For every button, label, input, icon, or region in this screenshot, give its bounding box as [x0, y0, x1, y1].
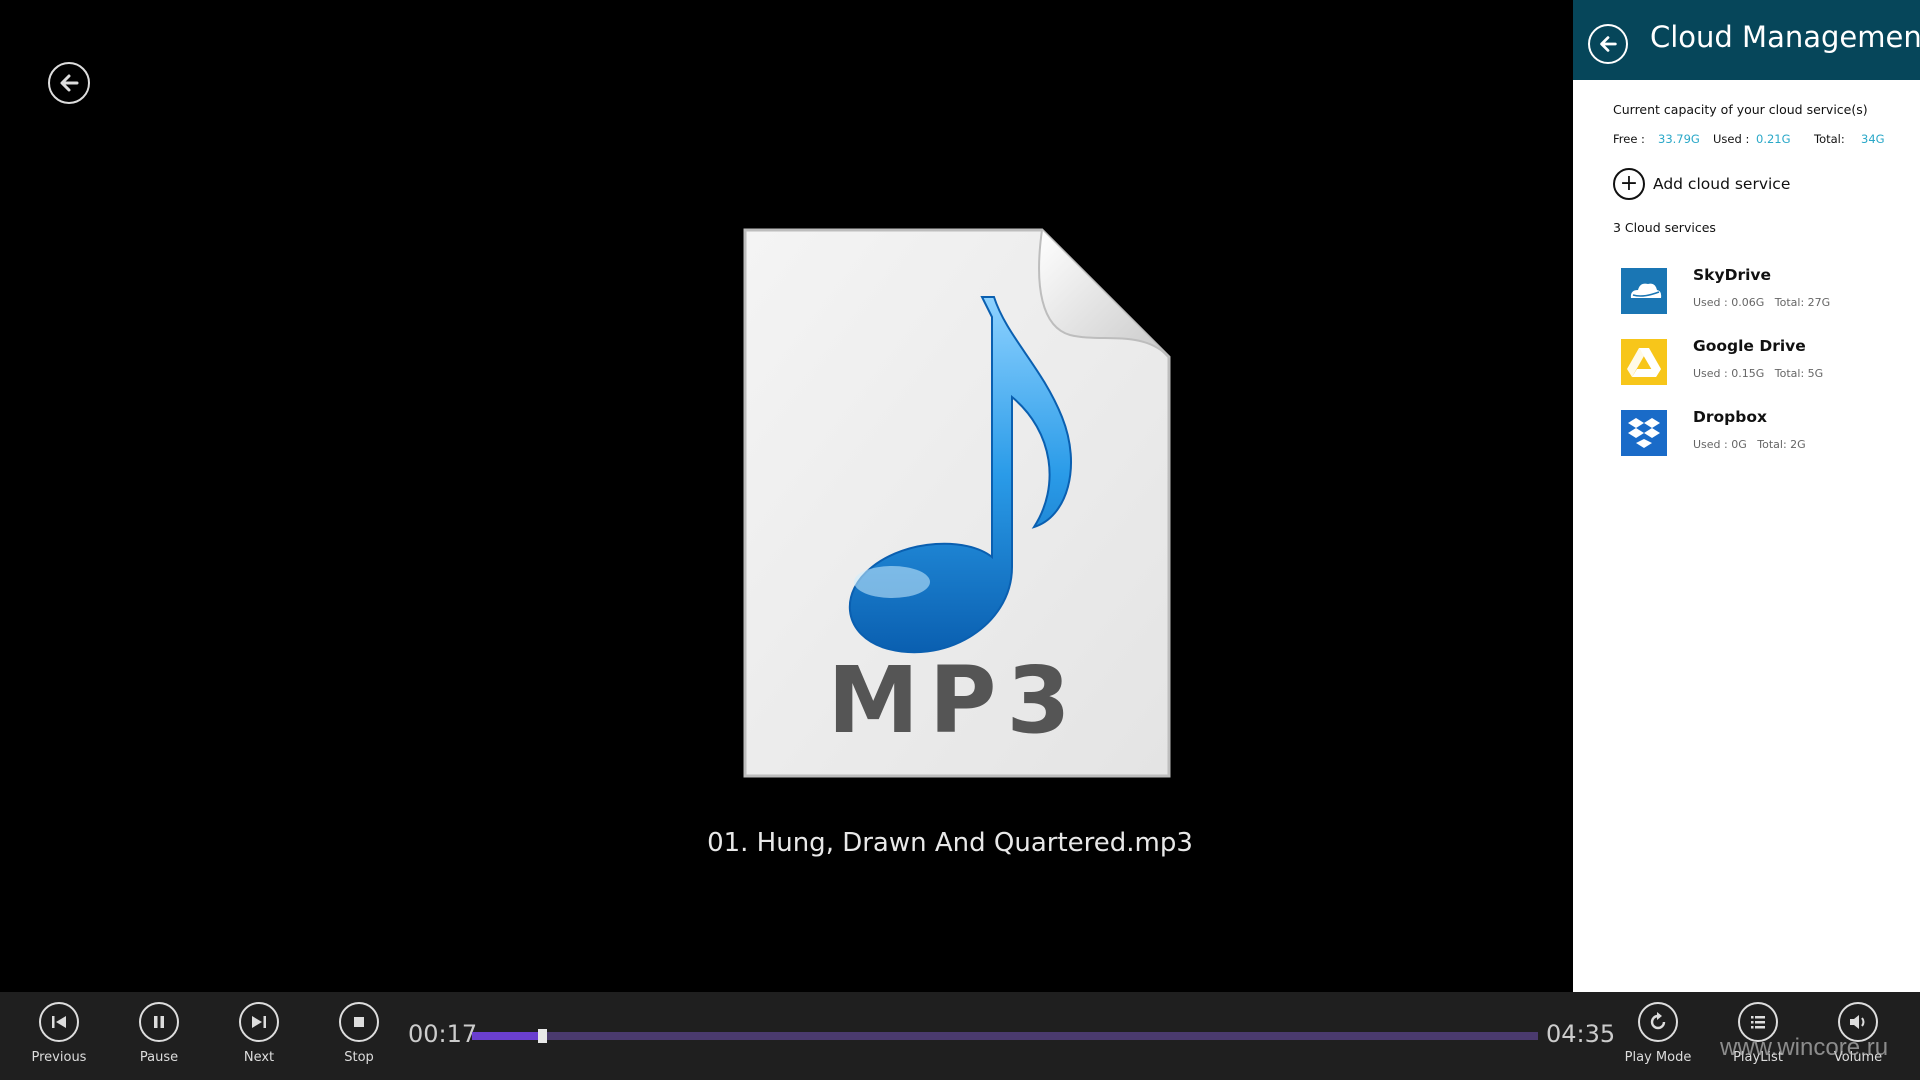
current-time: 00:17	[408, 1020, 478, 1048]
pause-label: Pause	[139, 1050, 179, 1065]
service-name: Google Drive	[1693, 337, 1806, 355]
next-button[interactable]: Next	[214, 1002, 304, 1065]
free-key: Free :	[1613, 132, 1645, 146]
stop-button[interactable]: Stop	[314, 1002, 404, 1065]
progress-slider[interactable]	[472, 1029, 1538, 1043]
total-key: Total:	[1814, 132, 1845, 146]
mp3-file-icon: MP3	[743, 228, 1171, 778]
list-icon	[1751, 1016, 1765, 1029]
service-stats: Used : 0.06G Total: 27G	[1693, 296, 1830, 309]
stop-label: Stop	[344, 1050, 374, 1065]
service-item-dropbox[interactable]: Dropbox Used : 0G Total: 2G	[1621, 408, 1901, 464]
file-badge-text: MP3	[828, 647, 1081, 754]
google-drive-icon	[1621, 339, 1667, 385]
service-stats: Used : 0.15G Total: 5G	[1693, 367, 1823, 380]
back-button[interactable]	[48, 62, 90, 104]
panel-title: Cloud Management	[1650, 20, 1920, 54]
panel-back-button[interactable]	[1588, 24, 1628, 64]
track-title: 01. Hung, Drawn And Quartered.mp3	[707, 828, 1193, 858]
arrow-left-icon	[60, 74, 79, 92]
used-value: 0.21G	[1756, 132, 1791, 146]
player-area: MP3 01. Hung, Drawn And Quartered.mp3	[0, 0, 1573, 992]
service-total: Total: 2G	[1757, 438, 1806, 451]
progress-fill	[472, 1032, 539, 1040]
plus-icon: +	[1613, 168, 1645, 200]
repeat-icon	[1650, 1012, 1666, 1030]
skydrive-icon	[1621, 268, 1667, 314]
speaker-icon	[1850, 1015, 1865, 1029]
arrow-left-icon	[1600, 36, 1617, 52]
service-name: Dropbox	[1693, 408, 1767, 426]
service-item-skydrive[interactable]: SkyDrive Used : 0.06G Total: 27G	[1621, 266, 1901, 322]
previous-icon	[52, 1016, 66, 1028]
service-used: Used : 0.06G	[1693, 296, 1765, 309]
play-mode-label: Play Mode	[1624, 1050, 1692, 1065]
free-value: 33.79G	[1658, 132, 1700, 146]
capacity-label: Current capacity of your cloud service(s…	[1613, 102, 1868, 117]
add-cloud-service-button[interactable]: + Add cloud service	[1613, 168, 1790, 200]
play-mode-button[interactable]: Play Mode	[1613, 1002, 1703, 1065]
service-used: Used : 0G	[1693, 438, 1747, 451]
total-time: 04:35	[1546, 1020, 1616, 1048]
next-icon	[252, 1016, 266, 1028]
service-total: Total: 27G	[1774, 296, 1831, 309]
watermark: www.wincore.ru	[1720, 1034, 1889, 1061]
service-total: Total: 5G	[1774, 367, 1824, 380]
pause-button[interactable]: Pause	[114, 1002, 204, 1065]
service-name: SkyDrive	[1693, 266, 1772, 284]
dropbox-icon	[1621, 410, 1667, 456]
previous-label: Previous	[31, 1050, 87, 1065]
panel-header: Cloud Management	[1573, 0, 1920, 80]
progress-thumb[interactable]	[538, 1029, 548, 1043]
next-label: Next	[243, 1050, 275, 1065]
service-stats: Used : 0G Total: 2G	[1693, 438, 1806, 451]
services-count: 3 Cloud services	[1613, 220, 1716, 235]
total-value: 34G	[1861, 132, 1885, 146]
stop-icon	[354, 1017, 364, 1027]
add-cloud-service-label: Add cloud service	[1653, 175, 1791, 193]
service-used: Used : 0.15G	[1693, 367, 1765, 380]
service-item-google-drive[interactable]: Google Drive Used : 0.15G Total: 5G	[1621, 337, 1901, 393]
used-key: Used :	[1713, 132, 1750, 146]
cloud-management-panel: Cloud Management Current capacity of you…	[1573, 0, 1920, 992]
previous-button[interactable]: Previous	[14, 1002, 104, 1065]
pause-icon	[154, 1016, 164, 1028]
